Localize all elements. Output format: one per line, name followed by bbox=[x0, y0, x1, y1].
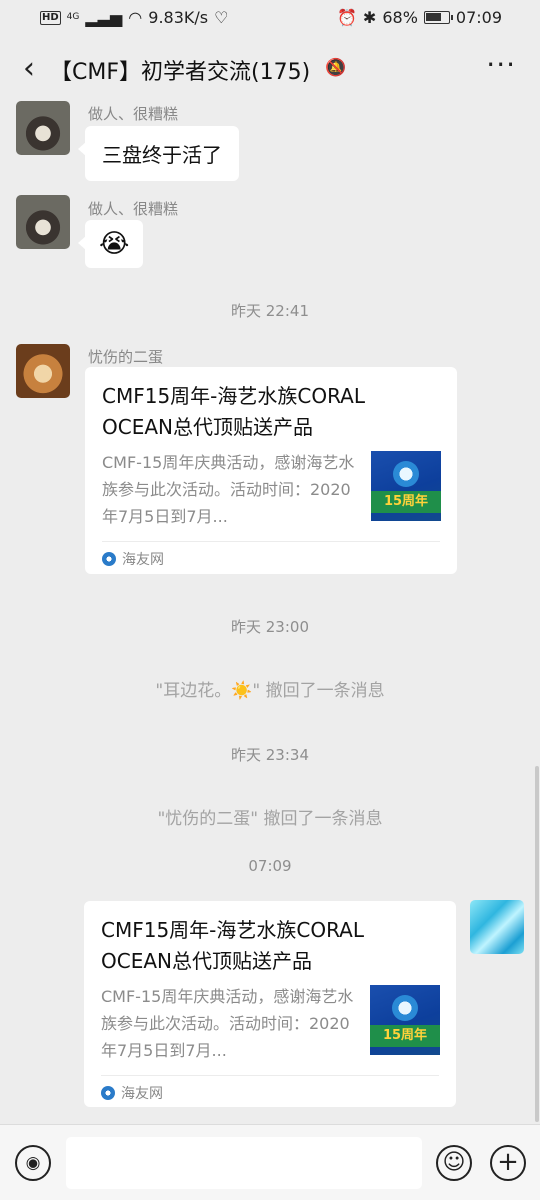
back-arrow-icon[interactable]: ‹ bbox=[14, 52, 44, 86]
sun-emoji-icon: ☀️ bbox=[231, 681, 253, 701]
clock: 07:09 bbox=[455, 8, 502, 27]
scrollbar[interactable] bbox=[535, 766, 539, 1122]
time-label: 昨天 23:34 bbox=[231, 746, 309, 764]
recall-notice: "忧伤的二蛋" 撤回了一条消息 bbox=[157, 809, 383, 829]
network-speed: 9.83K/s bbox=[148, 8, 209, 27]
hd-icon: HD bbox=[40, 10, 61, 25]
card-source: 海友网 bbox=[101, 1083, 163, 1103]
plus-icon[interactable]: + bbox=[490, 1145, 526, 1181]
time-label: 昨天 22:41 bbox=[231, 302, 309, 320]
avatar[interactable] bbox=[16, 195, 70, 249]
alarm-icon: ⏰ bbox=[337, 8, 357, 27]
card-description: CMF-15周年庆典活动，感谢海艺水族参与此次活动。活动时间：2020年7月5日… bbox=[102, 453, 355, 526]
source-name: 海友网 bbox=[121, 1086, 163, 1102]
emoji-icon[interactable]: ☺ bbox=[436, 1145, 472, 1181]
link-card[interactable]: CMF15周年-海艺水族CORAL OCEAN总代顶贴送产品 CMF-15周年庆… bbox=[84, 901, 456, 1107]
chat-title: 【CMF】初学者交流(175) bbox=[50, 60, 311, 85]
message-input[interactable] bbox=[66, 1137, 422, 1189]
message-bubble[interactable]: 三盘终于活了 bbox=[78, 126, 239, 181]
more-icon[interactable]: ··· bbox=[486, 48, 516, 82]
message-text: 三盘终于活了 bbox=[102, 143, 222, 167]
signal-icon: ▂▃▅ bbox=[85, 8, 123, 27]
status-bar: HD 4G ▂▃▅ ◠ 9.83K/s ♡ ⏰ ✱ 68% 07:09 bbox=[0, 0, 540, 36]
card-source: 海友网 bbox=[102, 549, 164, 569]
sender-name: 做人、很糟糕 bbox=[88, 200, 179, 218]
message-bubble[interactable]: 😭 bbox=[77, 220, 144, 268]
wifi-icon: ◠ bbox=[128, 8, 143, 27]
divider bbox=[101, 1075, 439, 1076]
card-title: CMF15周年-海艺水族CORAL OCEAN总代顶贴送产品 bbox=[102, 384, 366, 439]
battery-percent: 68% bbox=[382, 8, 418, 27]
source-logo-icon bbox=[102, 552, 116, 566]
avatar[interactable] bbox=[16, 101, 70, 155]
thumb-caption: 15周年 bbox=[382, 1028, 428, 1043]
link-card[interactable]: CMF15周年-海艺水族CORAL OCEAN总代顶贴送产品 CMF-15周年庆… bbox=[85, 367, 457, 574]
card-thumbnail: 15周年 bbox=[371, 451, 441, 521]
status-left: HD 4G ▂▃▅ ◠ 9.83K/s ♡ bbox=[40, 8, 228, 27]
input-bar: ◉ ☺ + bbox=[0, 1124, 540, 1200]
source-logo-icon bbox=[101, 1086, 115, 1100]
time-label: 07:09 bbox=[248, 857, 292, 875]
network-type: 4G bbox=[66, 12, 80, 22]
thumb-caption: 15周年 bbox=[383, 494, 429, 509]
status-right: ⏰ ✱ 68% 07:09 bbox=[337, 8, 502, 27]
divider bbox=[102, 541, 440, 542]
avatar[interactable] bbox=[16, 344, 70, 398]
card-thumbnail: 15周年 bbox=[370, 985, 440, 1055]
bluetooth-icon: ✱ bbox=[362, 8, 377, 27]
time-label: 昨天 23:00 bbox=[231, 618, 309, 636]
sender-name: 做人、很糟糕 bbox=[88, 105, 179, 123]
card-title: CMF15周年-海艺水族CORAL OCEAN总代顶贴送产品 bbox=[101, 918, 365, 973]
battery-icon bbox=[423, 11, 453, 24]
fish-logo-icon bbox=[392, 995, 418, 1021]
fish-logo-icon bbox=[393, 461, 419, 487]
voice-icon[interactable]: ◉ bbox=[15, 1145, 51, 1181]
crying-emoji-icon: 😭 bbox=[99, 229, 130, 259]
card-description: CMF-15周年庆典活动，感谢海艺水族参与此次活动。活动时间：2020年7月5日… bbox=[101, 987, 354, 1060]
source-name: 海友网 bbox=[122, 552, 164, 568]
avatar[interactable] bbox=[470, 900, 524, 954]
heart-icon: ♡ bbox=[214, 8, 229, 27]
recall-notice: "耳边花。☀️" 撤回了一条消息 bbox=[155, 681, 385, 701]
chat-header: ‹ 【CMF】初学者交流(175) 🔕 ··· bbox=[0, 36, 540, 102]
sender-name: 忧伤的二蛋 bbox=[88, 348, 164, 366]
mute-bell-icon: 🔕 bbox=[325, 58, 347, 78]
